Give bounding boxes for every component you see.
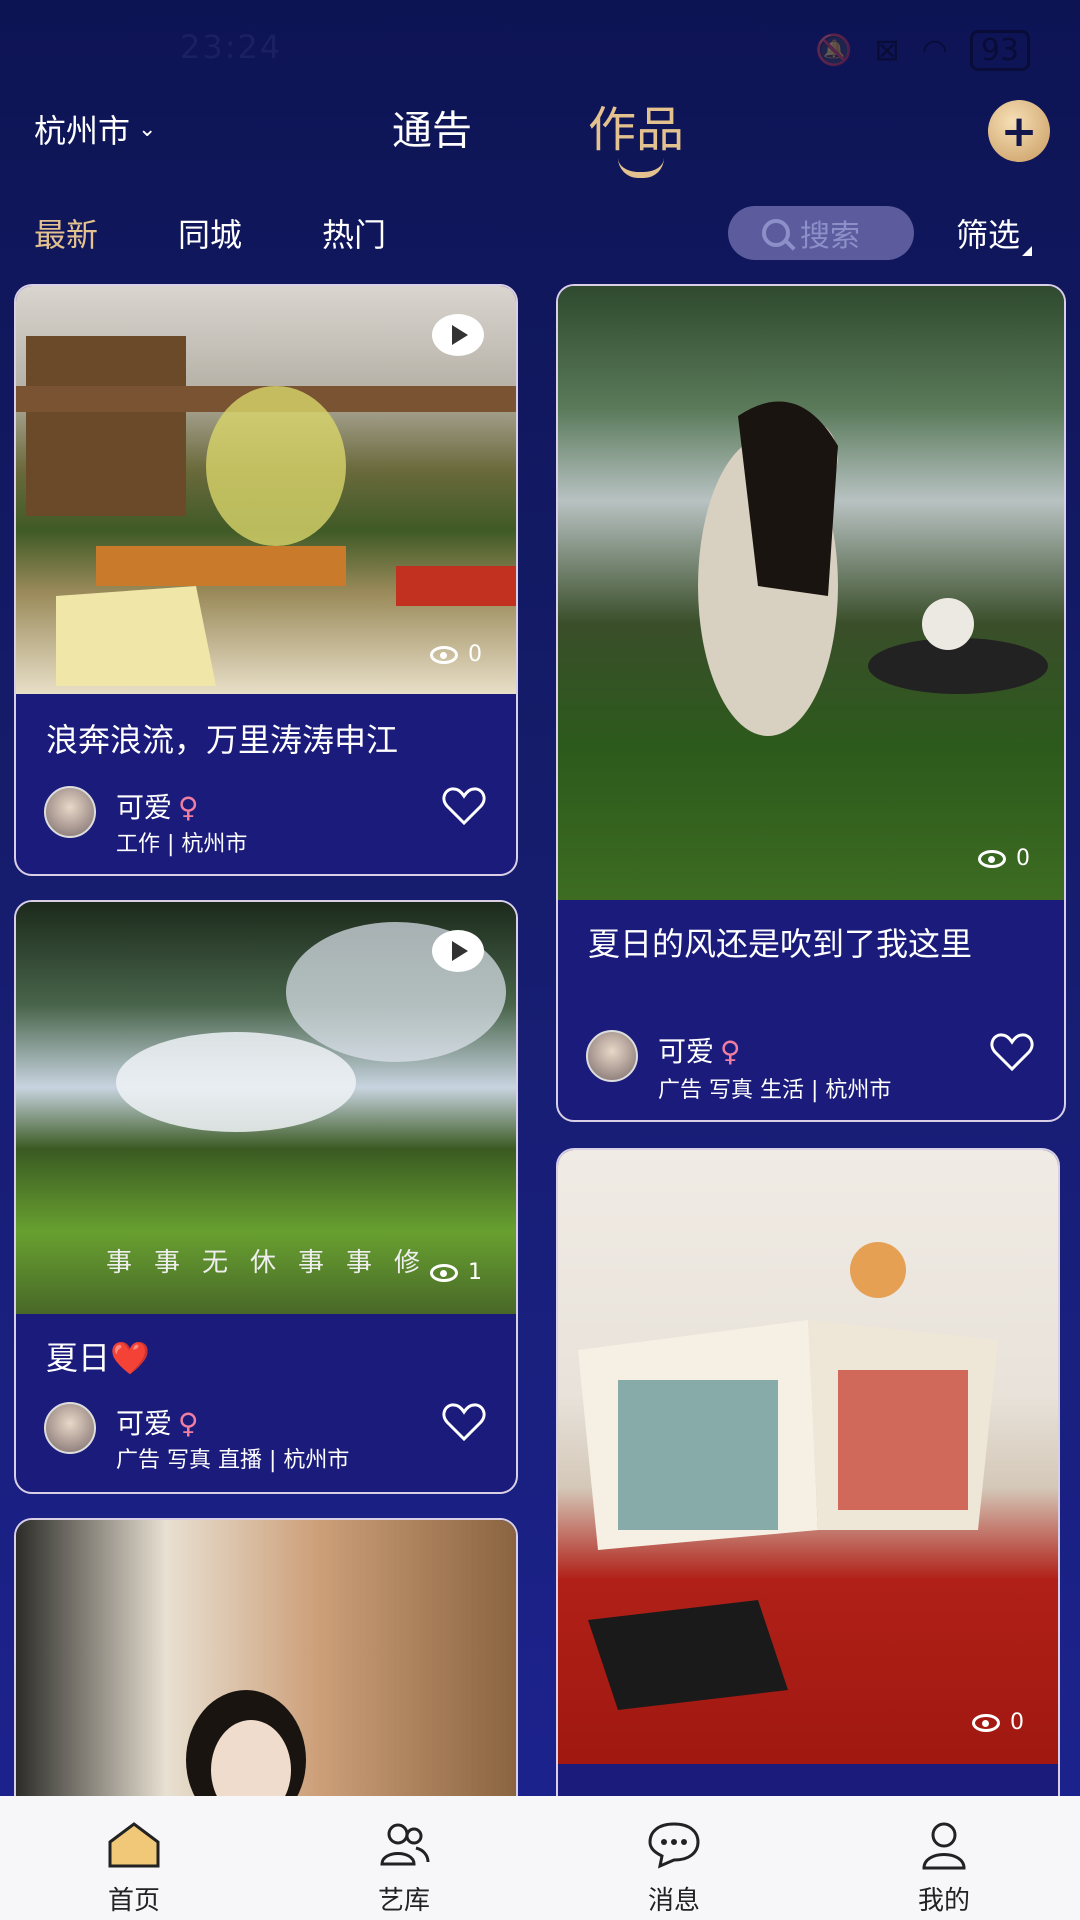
plus-icon: + [1000, 105, 1038, 157]
work-card[interactable]: 0 浪奔浪流，万里涛涛申江 可爱 ♀ 工作 | 杭州市 [14, 284, 518, 876]
author-name: 可爱 ♀ [116, 1402, 199, 1442]
filter-tab-latest[interactable]: 最新 [34, 210, 98, 256]
search-placeholder: 搜索 [800, 219, 860, 254]
card-image [16, 1520, 516, 1836]
nav-profile-label: 我的 [917, 1886, 970, 1916]
nav-library[interactable]: 艺库 [344, 1820, 464, 1917]
play-icon[interactable] [432, 930, 484, 972]
eye-icon [430, 1263, 458, 1282]
battery-icon: 93 [969, 30, 1030, 71]
view-count-value: 0 [1016, 846, 1030, 871]
eye-icon [430, 645, 458, 664]
card-image [558, 1150, 1058, 1764]
nav-messages[interactable]: 消息 [614, 1820, 734, 1917]
card-tags: 广告 写真 生活 | 杭州市 [658, 1078, 892, 1103]
add-button[interactable]: + [988, 100, 1050, 162]
card-image [558, 286, 1064, 900]
work-card[interactable]: 0 [556, 1148, 1060, 1828]
nav-home-label: 首页 [107, 1886, 160, 1916]
woman-portrait-illustration [186, 1690, 306, 1830]
play-icon[interactable] [432, 314, 484, 356]
heart-icon[interactable] [990, 1032, 1034, 1072]
heart-icon[interactable] [442, 786, 486, 826]
nav-messages-label: 消息 [647, 1886, 700, 1916]
search-icon [762, 219, 790, 247]
card-title: 浪奔浪流，万里涛涛申江 [46, 721, 399, 759]
eye-icon [972, 1713, 1000, 1732]
author-name: 可爱 ♀ [658, 1030, 741, 1070]
status-bar: 23:24 🔕 ⊠ ◠ 93 [0, 0, 1080, 90]
top-nav: 杭州市 ⌄ 通告 作品 + [0, 90, 1080, 200]
tab-notice[interactable]: 通告 [392, 98, 472, 156]
user-icon [922, 1822, 966, 1870]
view-count: 0 [430, 642, 482, 667]
card-tags: 广告 写真 直播 | 杭州市 [116, 1448, 350, 1473]
active-tab-indicator [618, 158, 664, 178]
mute-icon: 🔕 [815, 33, 853, 68]
eye-icon [978, 849, 1006, 868]
avatar[interactable] [44, 1402, 96, 1454]
card-title: 夏日的风还是吹到了我这里 [588, 925, 973, 963]
card-title: 夏日❤️ [46, 1339, 150, 1377]
view-count-value: 0 [468, 642, 482, 667]
chat-icon [648, 1822, 700, 1869]
nav-profile[interactable]: 我的 [884, 1820, 1004, 1917]
filter-bar: 最新 同城 热门 搜索 筛选 [0, 200, 1080, 270]
wifi-icon: ◠ [921, 33, 948, 68]
bottom-nav: 首页 艺库 消息 我的 [0, 1796, 1080, 1920]
chevron-down-icon: ⌄ [138, 116, 157, 142]
author-label: 可爱 [116, 1407, 173, 1440]
city-selector[interactable]: 杭州市 ⌄ [34, 106, 156, 152]
card-tags: 工作 | 杭州市 [116, 832, 248, 857]
view-count-value: 1 [468, 1260, 482, 1285]
view-count-value: 0 [1010, 1710, 1024, 1735]
female-icon: ♀ [178, 1407, 199, 1440]
view-count: 1 [430, 1260, 482, 1285]
avatar[interactable] [586, 1030, 638, 1082]
work-card[interactable]: 事事无休事事修 1 夏日❤️ 可爱 ♀ 广告 写真 直播 | 杭州市 [14, 900, 518, 1494]
nav-library-label: 艺库 [377, 1886, 430, 1916]
author-label: 可爱 [116, 791, 173, 824]
female-icon: ♀ [178, 791, 199, 824]
work-card[interactable]: 0 夏日的风还是吹到了我这里 可爱 ♀ 广告 写真 生活 | 杭州市 [556, 284, 1066, 1122]
search-input[interactable]: 搜索 [728, 206, 914, 260]
author-label: 可爱 [658, 1035, 715, 1068]
filter-tab-local[interactable]: 同城 [178, 210, 242, 256]
view-count: 0 [978, 846, 1030, 871]
sim-icon: ⊠ [874, 33, 900, 68]
tab-works[interactable]: 作品 [588, 90, 685, 178]
female-icon: ♀ [720, 1035, 741, 1068]
author-name: 可爱 ♀ [116, 786, 199, 826]
city-label: 杭州市 [34, 112, 131, 150]
view-count: 0 [972, 1710, 1024, 1735]
nav-home[interactable]: 首页 [74, 1820, 194, 1917]
book-exhibit-illustration [578, 1242, 998, 1710]
avatar[interactable] [44, 786, 96, 838]
status-icons: 🔕 ⊠ ◠ 93 [815, 30, 1030, 71]
filter-tab-hot[interactable]: 热门 [322, 210, 386, 256]
home-icon [108, 1822, 160, 1868]
people-icon [380, 1823, 430, 1866]
filter-label: 筛选 [956, 216, 1021, 254]
filter-button[interactable]: 筛选 [956, 210, 1033, 256]
video-subtitle: 事事无休事事修 [106, 1248, 443, 1278]
woman-tea-illustration [698, 401, 1048, 736]
filter-corner-icon [1022, 246, 1033, 256]
work-card[interactable] [14, 1518, 518, 1838]
status-time: 23:24 [180, 28, 283, 66]
heart-icon[interactable] [442, 1402, 486, 1442]
tab-works-label: 作品 [588, 102, 685, 158]
